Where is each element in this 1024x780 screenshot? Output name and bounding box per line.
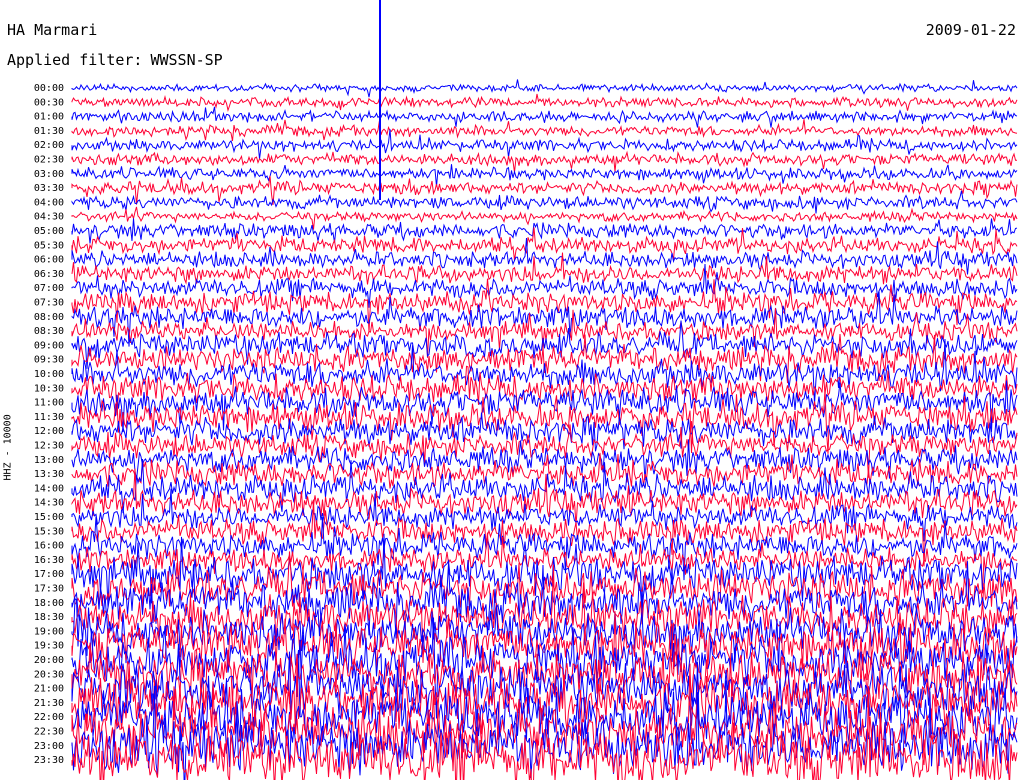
- row-time-label: 17:00: [34, 569, 64, 580]
- row-time-label: 14:00: [34, 483, 64, 494]
- row-time-label: 14:30: [34, 498, 64, 509]
- row-time-label: 01:00: [34, 112, 64, 123]
- row-time-label: 03:30: [34, 183, 64, 194]
- row-time-label: 06:00: [34, 255, 64, 266]
- row-time-label: 08:30: [34, 326, 64, 337]
- row-time-label: 15:30: [34, 526, 64, 537]
- helicorder-plot: 00:00 00:30 01:00 01:30 02:00 02:30 03:00 03:30…: [34, 0, 1018, 780]
- row-time-label: 04:00: [34, 197, 64, 208]
- row-time-label: 16:30: [34, 555, 64, 566]
- row-time-label: 21:30: [34, 698, 64, 709]
- row-time-label: 03:00: [34, 169, 64, 180]
- row-time-label: 01:30: [34, 126, 64, 137]
- row-time-label: 23:30: [34, 755, 64, 766]
- row-time-label: 12:30: [34, 441, 64, 452]
- row-time-label: 19:00: [34, 626, 64, 637]
- row-time-label: 05:30: [34, 240, 64, 251]
- row-time-label: 13:30: [34, 469, 64, 480]
- row-time-label: 20:30: [34, 669, 64, 680]
- row-time-label: 13:00: [34, 455, 64, 466]
- row-time-label: 17:30: [34, 584, 64, 595]
- row-time-label: 07:30: [34, 298, 64, 309]
- row-time-label: 21:00: [34, 684, 64, 695]
- row-time-label: 00:00: [34, 83, 64, 94]
- row-time-label: 18:00: [34, 598, 64, 609]
- row-time-label: 19:30: [34, 641, 64, 652]
- row-time-label: 06:30: [34, 269, 64, 280]
- row-time-label: 10:30: [34, 383, 64, 394]
- row-time-label: 09:00: [34, 340, 64, 351]
- row-time-label: 23:00: [34, 741, 64, 752]
- row-time-label: 09:30: [34, 355, 64, 366]
- row-time-label: 00:30: [34, 97, 64, 108]
- row-time-label: 12:00: [34, 426, 64, 437]
- row-time-label: 10:00: [34, 369, 64, 380]
- row-time-label: 18:30: [34, 612, 64, 623]
- trace-row: [71, 468, 1018, 527]
- row-time-label: 22:30: [34, 727, 64, 738]
- row-time-label: 02:00: [34, 140, 64, 151]
- row-time-label: 11:30: [34, 412, 64, 423]
- row-time-label: 11:00: [34, 398, 64, 409]
- row-time-label: 07:00: [34, 283, 64, 294]
- trace-row: [71, 106, 1018, 128]
- row-time-label: 05:00: [34, 226, 64, 237]
- trace-row: [71, 218, 1018, 244]
- row-time-label: 22:00: [34, 712, 64, 723]
- row-time-label: 04:30: [34, 212, 64, 223]
- trace-row: [71, 129, 1018, 160]
- trace-row: [71, 79, 1018, 98]
- row-time-label: 20:00: [34, 655, 64, 666]
- row-time-label: 16:00: [34, 541, 64, 552]
- trace-row: [71, 164, 1018, 187]
- row-time-label: 15:00: [34, 512, 64, 523]
- trace-row: [71, 206, 1018, 230]
- row-time-label: 08:00: [34, 312, 64, 323]
- trace-row: [71, 190, 1018, 214]
- row-time-label: 02:30: [34, 155, 64, 166]
